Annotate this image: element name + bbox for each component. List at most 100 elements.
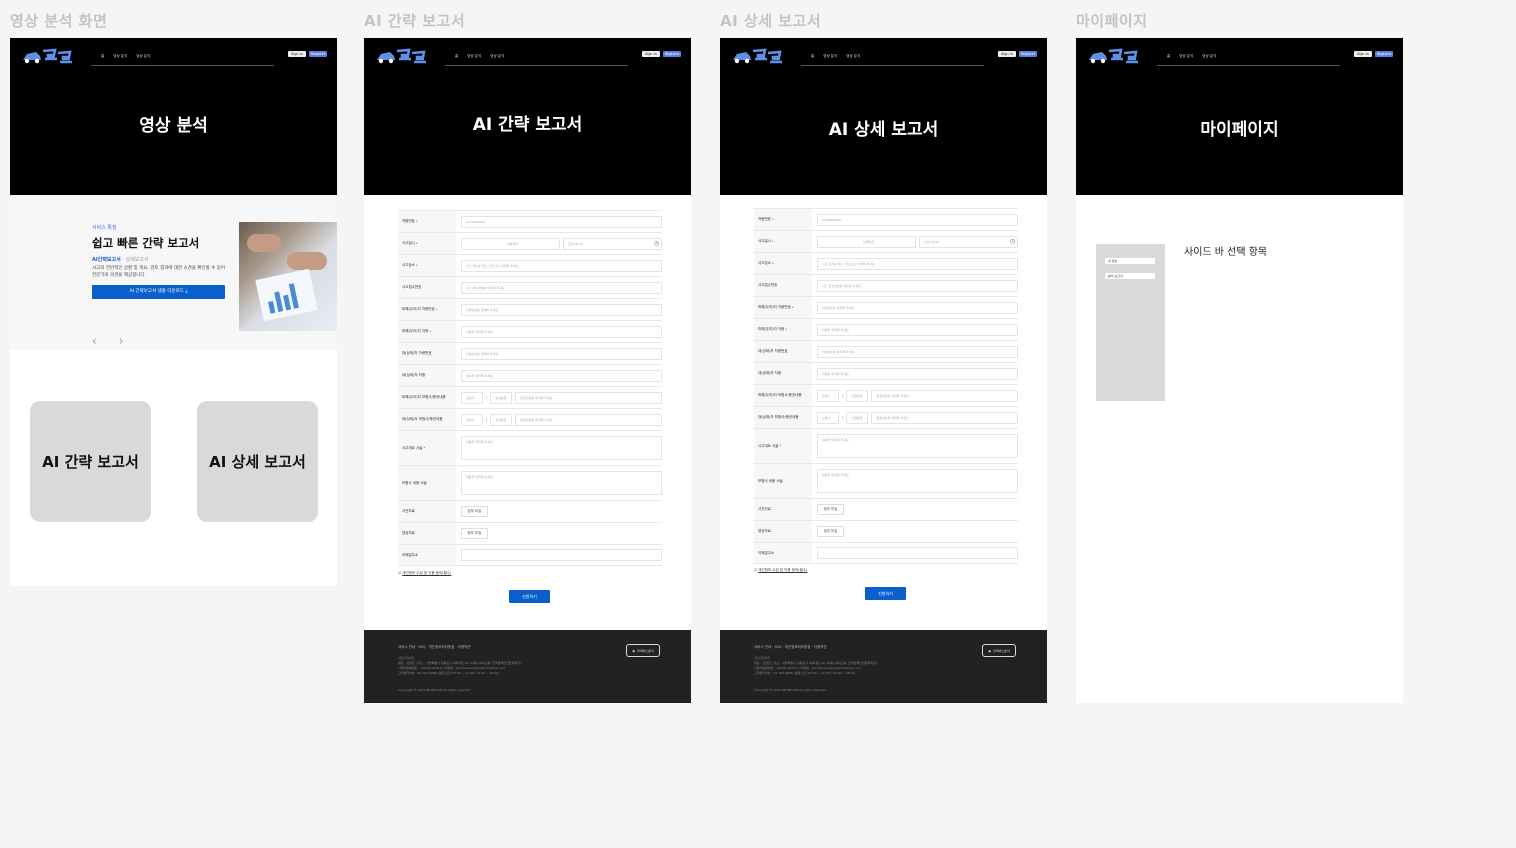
car-logo-icon[interactable] [375,46,427,68]
label-video: 영상자료 [398,523,456,544]
privacy-agree-checkbox[interactable]: ☑ 개인정보 수집 및 이용 동의(필수) [754,568,807,573]
signin-button[interactable]: Sign In [288,51,306,57]
signin-button[interactable]: Sign In [1354,51,1372,57]
nav-item-video[interactable]: 영상 분석 [823,53,837,65]
my-insurance-number-input[interactable]: 증권번호를 입력해 주세요. [515,391,662,404]
nav-item-video[interactable]: 영상 분석 [1179,53,1193,65]
my-car-type-input[interactable]: 차종을 입력해 주세요. [461,325,662,338]
nav-item-home[interactable]: 홈 [811,53,814,65]
other-car-type-input[interactable]: 차종을 입력해 주세요. [817,367,1018,380]
nav-item-home[interactable]: 홈 [455,53,458,65]
detail-report-card[interactable]: AI 상세 보고서 [197,401,318,522]
hero-title: AI 상세 보고서 [828,120,939,140]
accident-place-input[interactable]: 사고 장소를 주소 기입 또는 입력해 주세요. [461,259,662,272]
tab-brief-report[interactable]: AI간략보고서 [92,257,121,263]
sidebar-item-reports[interactable]: 분석 보고서 [1105,273,1155,279]
nav-item-video[interactable]: 영상 분석 [467,53,481,65]
my-insurance-company-input[interactable]: 보험사 [461,391,483,404]
other-insurance-type-input[interactable]: 보험종류 [490,413,513,426]
accident-summary-textarea[interactable]: 내용을 입력해 주세요. [461,436,662,460]
brief-report-card[interactable]: AI 간략 보고서 [30,401,151,522]
nav-item-home[interactable]: 홈 [101,53,104,65]
car-logo-icon[interactable] [21,46,73,68]
label-photo: 사진자료 [398,501,456,522]
insurance-detail-textarea[interactable]: 내용을 입력해 주세요. [817,469,1018,493]
accident-receipt-input[interactable]: 사고 접수번호를 입력해 주세요. [817,279,1018,292]
tab-detail-report[interactable]: 상세보고서 [126,257,149,263]
car-number-input[interactable]: 0158900026 [461,215,662,228]
label-my-car-type: 피해(우리)차 차종 * [754,319,812,340]
camera-icon: ▣ [632,648,636,653]
time-input[interactable]: 오전 00:00 ◷ [919,235,1018,248]
label-car-number: 차량번호 * [754,209,812,230]
car-logo-icon[interactable] [1087,46,1139,68]
video-attach-button[interactable]: 첨부 파일 [461,528,488,539]
other-insurance-company-input[interactable]: 보험사 [817,411,839,424]
label-accident-place: 사고장소 * [398,255,456,276]
brief-frame: 홈 영상 분석 영상 분석 Sign In Register AI 간략 보고서… [364,38,691,703]
video-attach-button[interactable]: 첨부 파일 [817,526,844,537]
accident-receipt-input[interactable]: 사고 접수번호를 입력해 주세요. [461,281,662,294]
submit-button[interactable]: 신청하기 [865,587,906,600]
accident-place-input[interactable]: 사고 장소를 주소 기입 또는 입력해 주세요. [817,257,1018,270]
clock-icon: ◷ [1009,238,1015,245]
signin-button[interactable]: Sign In [998,51,1016,57]
clock-icon: ◷ [653,240,659,247]
my-car-number-input[interactable]: 차량번호를 입력해 주세요. [461,303,662,316]
sidebar-item-profile[interactable]: 내 정보 [1105,258,1155,264]
other-car-type-input[interactable]: 차종을 입력해 주세요. [461,369,662,382]
mypage-sidebar: 내 정보 분석 보고서 [1096,244,1165,401]
photo-attach-button[interactable]: 첨부 파일 [461,506,488,517]
my-insurance-number-input[interactable]: 증권번호를 입력해 주세요. [871,389,1018,402]
auth-buttons: Sign In Register [642,51,681,57]
time-input[interactable]: 오전 00:00 ◷ [563,237,662,250]
hero-title: 영상 분석 [139,116,208,136]
accident-summary-textarea[interactable]: 내용을 입력해 주세요. [817,434,1018,458]
other-insurance-company-input[interactable]: 보험사 [461,413,483,426]
email-input[interactable] [817,547,1018,559]
chevron-left-icon[interactable]: ‹ [92,334,97,348]
footer-links[interactable]: 서비스 안내 · FAQ · 개인정보처리방침 · 이용약관 [398,645,471,650]
photo-attach-button[interactable]: 첨부 파일 [817,504,844,515]
register-button[interactable]: Register [663,51,681,57]
nav-item-home[interactable]: 홈 [1167,53,1170,65]
footer-links[interactable]: 서비스 안내 · FAQ · 개인정보처리방침 · 이용약관 [754,645,827,650]
car-number-input[interactable]: 0158900026 [817,213,1018,226]
car-logo-icon[interactable] [731,46,783,68]
other-car-number-input[interactable]: 차량번호를 입력해 주세요. [461,347,662,360]
nav-item-video-2[interactable]: 영상 분석 [846,53,860,65]
other-insurance-type-input[interactable]: 보험종류 [846,411,869,424]
camera-icon: ▣ [988,648,992,653]
email-input[interactable] [461,549,662,561]
signin-button[interactable]: Sign In [642,51,660,57]
other-insurance-number-input[interactable]: 증권번호를 입력해 주세요. [871,411,1018,424]
my-car-type-input[interactable]: 차종을 입력해 주세요. [817,323,1018,336]
nav-item-video-2[interactable]: 영상 분석 [136,53,150,65]
other-insurance-number-input[interactable]: 증권번호를 입력해 주세요. [515,413,662,426]
label-accident-place: 사고장소 * [754,253,812,274]
date-input[interactable]: 날짜입력 [817,235,916,248]
nav-item-video[interactable]: 영상 분석 [113,53,127,65]
register-button[interactable]: Register [1375,51,1393,57]
footer-copyright: Copyright © 2023 INFINITIVE All rights r… [754,688,827,692]
hero-title: 마이페이지 [1200,120,1279,140]
document-shape [255,268,318,322]
label-car-number: 차량번호 * [398,211,456,232]
label-accident-summary: 사고개요 서술 * [754,429,812,463]
privacy-agree-checkbox[interactable]: ☑ 개인정보 수집 및 이용 동의(필수) [398,571,451,576]
register-button[interactable]: Register [1019,51,1037,57]
my-car-number-input[interactable]: 차량번호를 입력해 주세요. [817,301,1018,314]
date-input[interactable]: 날짜입력 [461,237,560,250]
insurance-detail-textarea[interactable]: 내용을 입력해 주세요. [461,471,662,495]
download-sample-button[interactable]: AI 간략보고서 샘플 다운로드 ⤓ [92,285,225,299]
register-button[interactable]: Register [309,51,327,57]
other-car-number-input[interactable]: 차량번호를 입력해 주세요. [817,345,1018,358]
nav-item-video-2[interactable]: 영상 분석 [1202,53,1216,65]
label-photo: 사진자료 [754,499,812,520]
nav-item-video-2[interactable]: 영상 분석 [490,53,504,65]
submit-button[interactable]: 신청하기 [509,590,550,603]
my-insurance-type-input[interactable]: 보험종류 [490,391,513,404]
my-insurance-type-input[interactable]: 보험종류 [846,389,869,402]
chevron-right-icon[interactable]: › [119,334,124,348]
my-insurance-company-input[interactable]: 보험사 [817,389,839,402]
